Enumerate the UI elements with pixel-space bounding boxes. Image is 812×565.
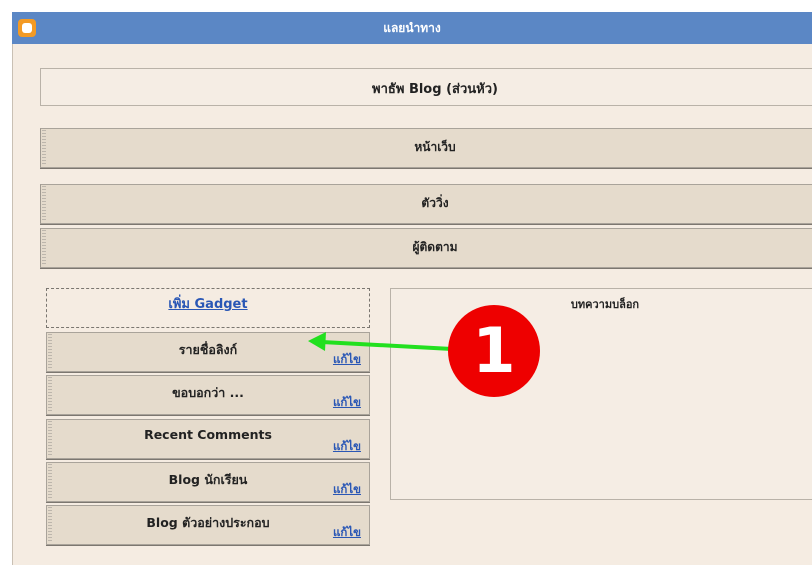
annotation-arrow-icon (308, 332, 453, 351)
step-number-badge: 1 (448, 305, 540, 397)
step-number: 1 (472, 314, 515, 387)
